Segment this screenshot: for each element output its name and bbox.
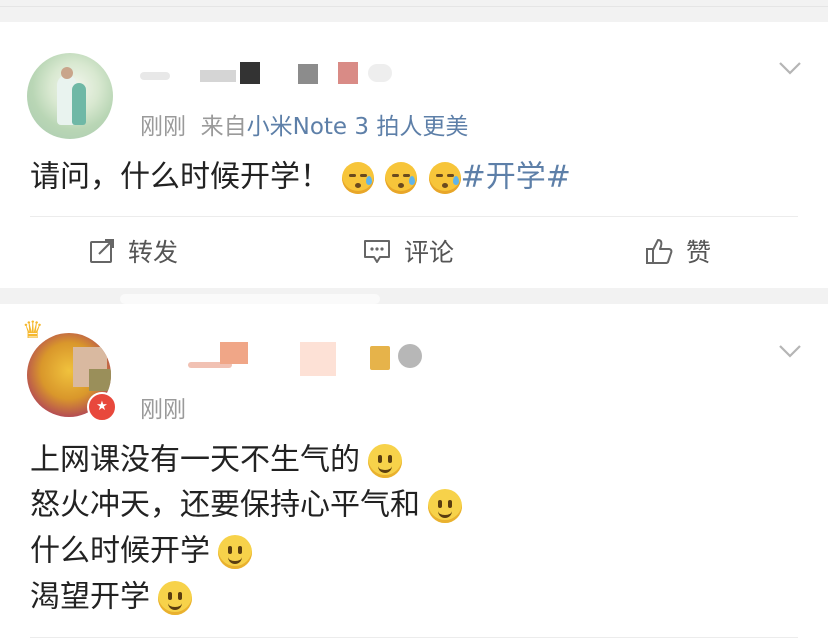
- like-label: 赞: [686, 238, 712, 267]
- topic-link[interactable]: #开学#: [461, 160, 571, 195]
- smile-emoji-icon: [428, 489, 462, 523]
- comment-icon: [362, 237, 392, 265]
- source-prefix: 来自: [200, 114, 247, 140]
- comment-button[interactable]: 评论: [362, 218, 454, 284]
- post-text-content: 上网课没有一天不生气的: [30, 442, 360, 478]
- repost-button[interactable]: 转发: [88, 218, 178, 284]
- cry-emoji-icon: [341, 162, 374, 194]
- star-badge-icon: ★: [87, 392, 117, 422]
- post-time: 刚刚: [140, 114, 186, 140]
- censored-username[interactable]: [188, 342, 428, 376]
- feed-top-gap: [0, 0, 828, 22]
- post-text-content: 渴望开学: [30, 579, 150, 615]
- smile-emoji-icon: [218, 535, 252, 569]
- action-bar: 转发 评论 赞: [0, 218, 828, 284]
- cry-emoji-icon: [385, 162, 418, 194]
- post-text-line: 上网课没有一天不生气的: [30, 444, 402, 478]
- avatar[interactable]: [27, 53, 113, 139]
- post-text-content: 请问，什么时候开学！: [30, 159, 330, 195]
- edit-share-icon: [88, 237, 116, 265]
- post-text-line: 什么时候开学: [30, 535, 252, 569]
- comment-label: 评论: [404, 238, 455, 267]
- post-text-line: 渴望开学: [30, 581, 192, 615]
- post-time: 刚刚: [140, 397, 186, 423]
- smile-emoji-icon: [368, 444, 402, 478]
- thumbs-up-icon: [644, 236, 674, 266]
- divider: [30, 637, 798, 638]
- chevron-down-icon[interactable]: [778, 343, 801, 363]
- like-button[interactable]: 赞: [644, 218, 711, 284]
- post-meta: 刚刚 来自小米Note 3 拍人更美: [140, 107, 468, 141]
- post-text: 请问，什么时候开学！ #开学#: [30, 162, 571, 194]
- repost-label: 转发: [128, 238, 179, 267]
- feed-gap: [0, 288, 828, 304]
- smile-emoji-icon: [158, 581, 192, 615]
- post-text-content: 什么时候开学: [30, 533, 210, 569]
- crown-icon: ♛: [22, 316, 44, 344]
- divider: [30, 216, 798, 217]
- post-text-line: 怒火冲天，还要保持心平气和: [30, 489, 462, 523]
- cry-emoji-icon: [428, 162, 461, 194]
- chevron-down-icon[interactable]: [778, 60, 801, 80]
- post-text-content: 怒火冲天，还要保持心平气和: [30, 487, 420, 523]
- censored-username[interactable]: [140, 62, 400, 88]
- post-source-link[interactable]: 小米Note 3 拍人更美: [247, 114, 469, 140]
